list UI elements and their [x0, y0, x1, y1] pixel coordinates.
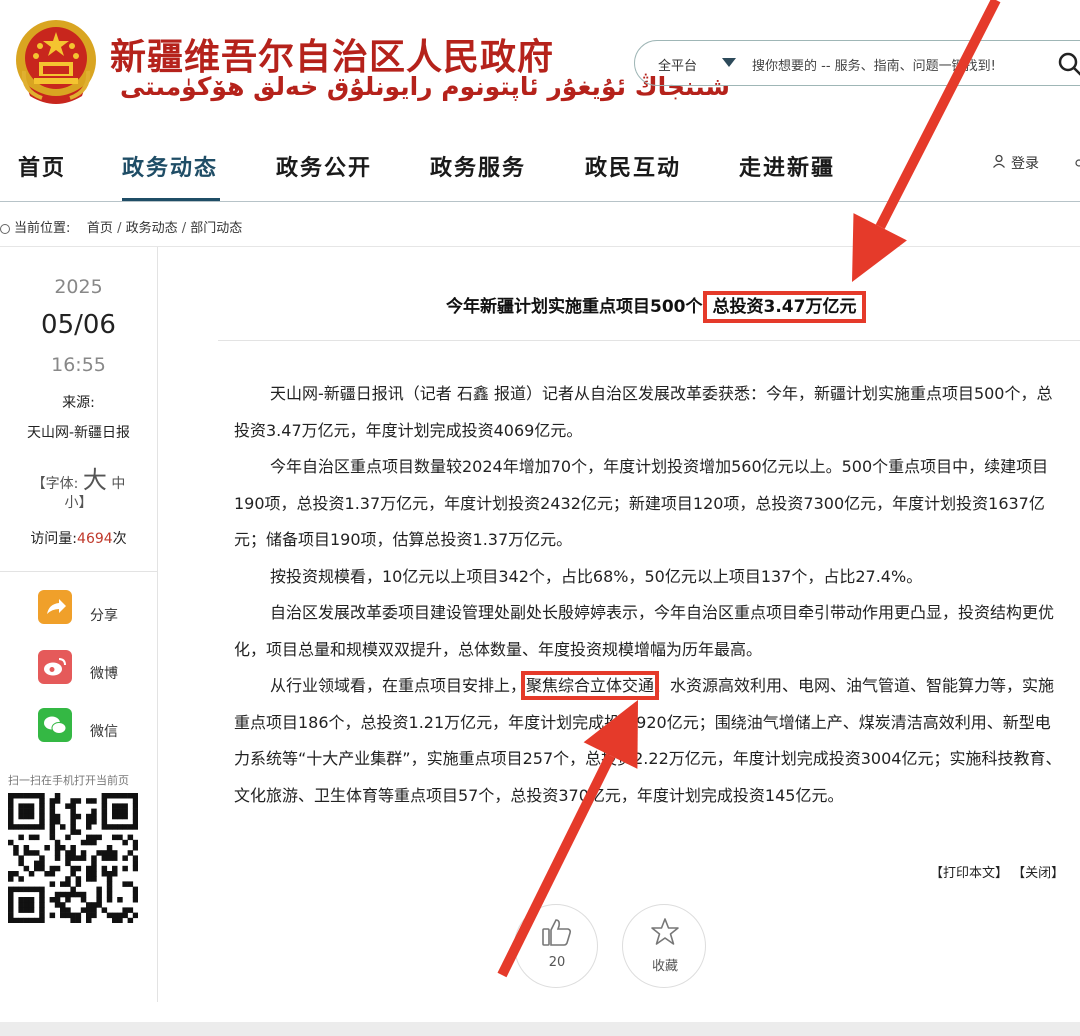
- footer-strip: [0, 1022, 1080, 1036]
- font-size-small[interactable]: 小】: [0, 492, 157, 512]
- search-scope-select[interactable]: 全平台: [658, 55, 697, 74]
- like-count: 20: [548, 955, 566, 970]
- nav-item-public-interaction[interactable]: 政民互动: [585, 150, 681, 182]
- title-highlight-box: 总投资3.47万亿元: [702, 291, 867, 323]
- publish-year: 2025: [54, 276, 103, 298]
- like-button[interactable]: 20: [514, 904, 598, 988]
- article-title-text: 今年新疆计划实施重点项目500个: [446, 297, 703, 317]
- location-icon: [0, 223, 10, 234]
- article-actions: 【打印本文】 【关闭】: [930, 862, 1064, 881]
- article-paragraph: 按投资规模看，10亿元以上项目342个，占比68%，50亿元以上项目137个，占…: [270, 566, 923, 586]
- font-size-control: 【字体: 大 中: [0, 460, 157, 495]
- weibo-label[interactable]: 微博: [90, 663, 118, 683]
- breadcrumb: 当前位置: 首页 / 政务动态 / 部门动态: [0, 217, 242, 236]
- nav-item-government-news[interactable]: 政务动态: [122, 150, 218, 182]
- thumbs-up-icon: [540, 915, 574, 949]
- nav-item-about-xinjiang[interactable]: 走进新疆: [739, 150, 835, 182]
- breadcrumb-label: 当前位置:: [14, 221, 71, 236]
- publish-time: 16:55: [51, 354, 106, 376]
- wechat-label[interactable]: 微信: [90, 721, 118, 741]
- nav-divider: [0, 201, 1080, 202]
- favorite-label: 收藏: [651, 959, 678, 974]
- register-icon[interactable]: [1074, 158, 1080, 168]
- search-input[interactable]: 搜你想要的 -- 服务、指南、问题一键找到!: [752, 55, 996, 74]
- title-arrow-head: [852, 213, 907, 282]
- breadcrumb-government-news[interactable]: 政务动态: [126, 221, 178, 236]
- article-body: 天山网-新疆日报讯（记者 石鑫 报道）记者从自治区发展改革委获悉：今年，新疆计划…: [234, 376, 1064, 814]
- text-highlight-box: 聚焦综合立体交通: [521, 671, 660, 700]
- font-size-label: 【字体:: [31, 476, 79, 492]
- visit-count-label: 访问量:: [30, 531, 78, 547]
- breadcrumb-department-news[interactable]: 部门动态: [190, 221, 242, 236]
- title-divider: [218, 340, 1080, 341]
- national-emblem-logo: [12, 16, 100, 108]
- article-paragraph: 自治区发展改革委项目建设管理处副处长殷婷婷表示，今年自治区重点项目牵引带动作用更…: [234, 603, 1055, 659]
- visit-count: 访问量:4694次: [0, 528, 157, 548]
- search-icon[interactable]: [1056, 50, 1080, 78]
- nav-item-government-services[interactable]: 政务服务: [430, 150, 526, 182]
- title-arrow-shaft: [875, 0, 1001, 230]
- user-icon[interactable]: [992, 154, 1006, 168]
- paragraph-text: 、水资源高效利用、电网、油气管道、智能算力等，实施重点项目186个，总投资1.2…: [234, 676, 1062, 805]
- sidebar-separator: [0, 571, 157, 572]
- visit-count-unit: 次: [112, 531, 127, 547]
- publish-date: 05/06: [41, 310, 116, 340]
- caret-down-icon[interactable]: [722, 58, 736, 67]
- sidebar-divider: [157, 247, 158, 1002]
- qr-code-image: [8, 793, 138, 923]
- source-label: 来源:: [62, 395, 95, 411]
- breadcrumb-divider: [0, 246, 1080, 247]
- article-paragraph: 从行业领域看，在重点项目安排上，聚焦综合立体交通、水资源高效利用、电网、油气管道…: [234, 668, 1064, 814]
- nav-item-home[interactable]: 首页: [18, 150, 66, 182]
- article-paragraph: 今年自治区重点项目数量较2024年增加70个，年度计划投资增加560亿元以上。5…: [234, 457, 1049, 549]
- wechat-icon[interactable]: [38, 708, 72, 742]
- visit-count-value: 4694: [77, 531, 113, 547]
- share-label[interactable]: 分享: [90, 605, 118, 625]
- article-title: 今年新疆计划实施重点项目500个 总投资3.47万亿元: [446, 291, 867, 323]
- nav-item-government-disclosure[interactable]: 政务公开: [276, 150, 372, 182]
- login-link[interactable]: 登录: [1011, 153, 1039, 173]
- font-size-medium[interactable]: 中: [111, 476, 125, 492]
- close-link[interactable]: 【关闭】: [1012, 866, 1064, 881]
- qr-caption: 扫一扫在手机打开当前页: [8, 774, 129, 787]
- star-icon: [650, 917, 680, 947]
- article-paragraph: 天山网-新疆日报讯（记者 石鑫 报道）记者从自治区发展改革委获悉：今年，新疆计划…: [234, 384, 1053, 440]
- paragraph-text: 从行业领域看，在重点项目安排上，: [270, 676, 527, 695]
- weibo-icon[interactable]: [38, 650, 72, 684]
- font-size-large[interactable]: 大: [83, 466, 107, 494]
- source-value: 天山网-新疆日报: [26, 425, 131, 441]
- favorite-button[interactable]: 收藏: [622, 904, 706, 988]
- breadcrumb-home[interactable]: 首页: [87, 221, 113, 236]
- share-icon[interactable]: [38, 590, 72, 624]
- print-link[interactable]: 【打印本文】: [930, 866, 1008, 881]
